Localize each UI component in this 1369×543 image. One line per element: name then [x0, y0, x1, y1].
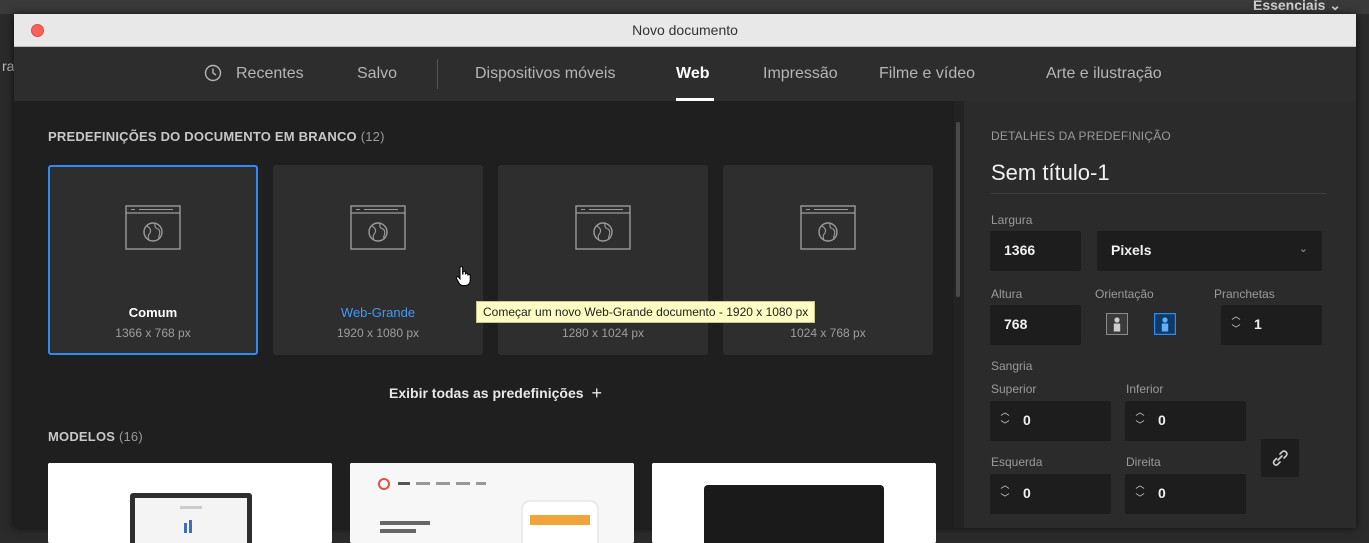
show-all-label: Exibir todas as predefinições [389, 385, 584, 401]
bleed-right-stepper[interactable]: ︿ ﹀ 0 [1125, 474, 1246, 514]
window-title: Novo documento [632, 22, 738, 38]
show-all-presets-link[interactable]: Exibir todas as predefinições + [389, 383, 602, 404]
web-document-icon [800, 205, 856, 250]
template-card[interactable] [350, 463, 634, 543]
template-card[interactable] [652, 463, 936, 543]
web-document-icon [350, 205, 406, 250]
tab-filme-e-video[interactable]: Filme e vídeo [879, 65, 975, 83]
clock-icon [204, 64, 222, 82]
stepper-arrows-icon[interactable]: ︿ ﹀ [999, 406, 1011, 432]
bleed-bottom-value: 0 [1158, 412, 1166, 428]
height-field[interactable]: 768 [990, 305, 1081, 345]
preset-size: 1366 x 768 px [115, 326, 191, 340]
height-label: Altura [991, 287, 1023, 301]
unit-select[interactable]: Pixels ⌄ [1097, 231, 1322, 271]
bleed-left-stepper[interactable]: ︿ ﹀ 0 [990, 474, 1111, 514]
title-bar: Novo documento [14, 14, 1356, 47]
web-document-icon [125, 205, 181, 250]
tab-dispositivos-moveis[interactable]: Dispositivos móveis [475, 65, 615, 83]
preset-card-1024[interactable]: 1024 x 768 px [723, 165, 933, 355]
tab-salvo[interactable]: Salvo [357, 65, 397, 83]
stepper-arrows-icon[interactable]: ︿ ﹀ [1230, 310, 1242, 336]
stepper-arrows-icon[interactable]: ︿ ﹀ [999, 479, 1011, 505]
tab-divider [437, 59, 438, 89]
bleed-top-label: Superior [991, 382, 1037, 396]
stepper-arrows-icon[interactable]: ︿ ﹀ [1134, 406, 1146, 432]
template-thumbnail [652, 463, 936, 543]
hand-pointer-cursor-icon [455, 266, 471, 286]
unit-value: Pixels [1111, 242, 1152, 258]
landscape-orientation-icon[interactable] [1154, 313, 1176, 335]
portrait-orientation-icon[interactable] [1106, 313, 1128, 335]
background-app-toolbar [0, 0, 1369, 14]
width-value: 1366 [1004, 242, 1036, 258]
bleed-left-label: Esquerda [991, 455, 1043, 469]
preset-card-1280[interactable]: 1280 x 1024 px [498, 165, 708, 355]
preset-name: Comum [128, 305, 178, 320]
preset-name: Web-Grande [340, 305, 416, 320]
stepper-arrows-icon[interactable]: ︿ ﹀ [1134, 479, 1146, 505]
bleed-bottom-stepper[interactable]: ︿ ﹀ 0 [1125, 401, 1246, 441]
orientation-label: Orientação [1095, 287, 1154, 301]
link-bleed-button[interactable] [1261, 439, 1299, 477]
bleed-right-value: 0 [1158, 485, 1166, 501]
tab-impressao[interactable]: Impressão [763, 65, 838, 83]
new-document-dialog: Novo documento Recentes Salvo Dispositiv… [14, 14, 1356, 543]
blank-presets-heading: PREDEFINIÇÕES DO DOCUMENTO EM BRANCO (12… [48, 129, 385, 144]
background-text-fragment: ra [2, 58, 15, 74]
workspace-switcher[interactable]: Essenciais ⌄ [1253, 0, 1341, 14]
category-tab-bar: Recentes Salvo Dispositivos móveis Web I… [14, 47, 1356, 101]
details-heading: DETALHES DA PREDEFINIÇÃO [991, 129, 1171, 143]
artboards-stepper[interactable]: ︿ ﹀ 1 [1221, 305, 1322, 345]
preset-size: 1024 x 768 px [790, 326, 866, 340]
preset-tooltip: Começar um novo Web-Grande documento - 1… [476, 301, 816, 323]
template-card[interactable] [48, 463, 332, 543]
tab-arte-e-ilustracao[interactable]: Arte e ilustração [1046, 65, 1162, 83]
artboards-value: 1 [1254, 316, 1262, 332]
bleed-top-value: 0 [1023, 412, 1031, 428]
bleed-left-value: 0 [1023, 485, 1031, 501]
link-chain-icon [1272, 450, 1288, 466]
web-document-icon [575, 205, 631, 250]
tab-web[interactable]: Web [676, 65, 709, 83]
tab-recentes[interactable]: Recentes [236, 65, 304, 83]
bleed-bottom-label: Inferior [1126, 382, 1164, 396]
bleed-label: Sangria [991, 359, 1033, 373]
document-name-underline [991, 193, 1326, 194]
width-field[interactable]: 1366 [990, 231, 1081, 271]
presets-scrollbar[interactable] [956, 122, 960, 297]
bleed-top-stepper[interactable]: ︿ ﹀ 0 [990, 401, 1111, 441]
artboards-label: Pranchetas [1214, 287, 1275, 301]
preset-card-web-grande[interactable]: Web-Grande 1920 x 1080 px [273, 165, 483, 355]
preset-size: 1920 x 1080 px [336, 326, 420, 340]
plus-icon: + [591, 383, 603, 403]
height-value: 768 [1004, 316, 1028, 332]
preset-size: 1280 x 1024 px [561, 326, 645, 340]
preset-details-panel: DETALHES DA PREDEFINIÇÃO Sem título-1 La… [964, 101, 1356, 528]
bleed-right-label: Direita [1126, 455, 1161, 469]
width-label: Largura [991, 213, 1033, 227]
preset-card-comum[interactable]: Comum 1366 x 768 px [48, 165, 258, 355]
template-thumbnail [350, 463, 634, 543]
templates-heading: MODELOS (16) [48, 429, 143, 444]
template-thumbnail [48, 463, 332, 543]
background-app-panel [0, 14, 14, 528]
document-name-field[interactable]: Sem título-1 [991, 160, 1110, 186]
chevron-down-icon: ⌄ [1298, 243, 1308, 255]
